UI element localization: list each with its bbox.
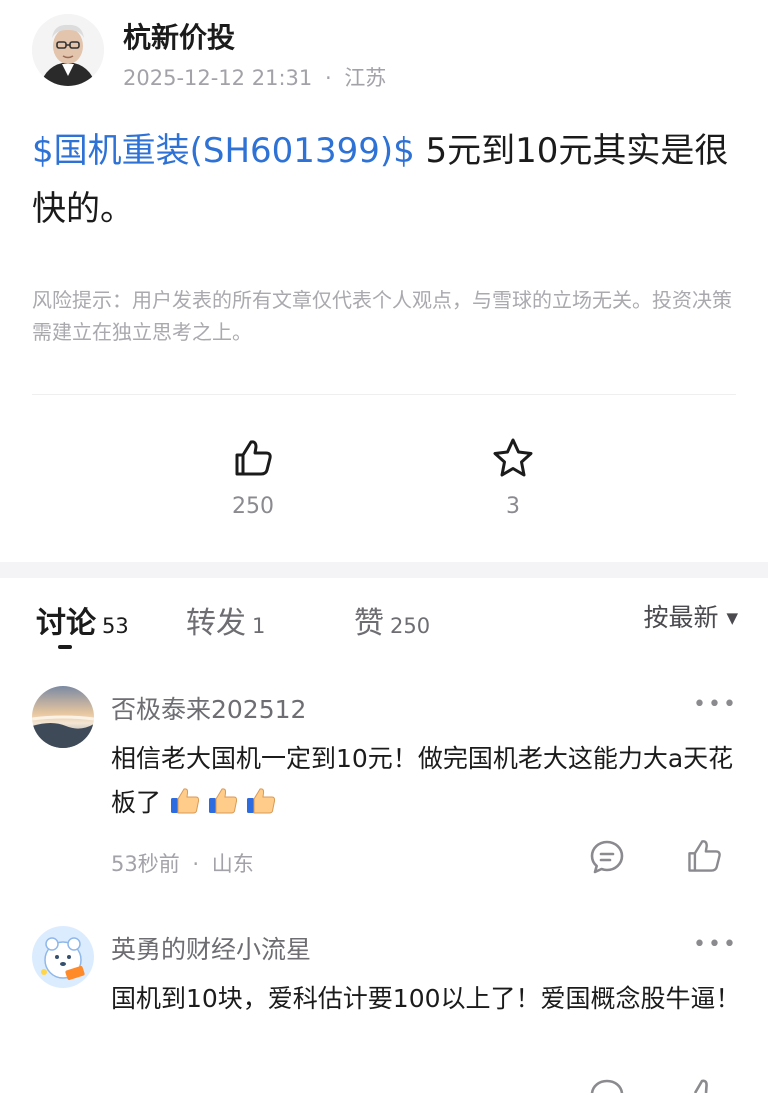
thumbs-up-emoji-icon <box>169 785 201 817</box>
sort-dropdown[interactable]: 按最新 ▼ <box>643 598 738 634</box>
sort-label: 按最新 <box>643 603 719 632</box>
like-button[interactable]: 250 <box>193 436 313 519</box>
favorite-button[interactable]: 3 <box>453 436 573 519</box>
tab-count: 250 <box>390 614 431 638</box>
reply-button[interactable] <box>588 1078 626 1097</box>
reply-button[interactable] <box>588 838 626 880</box>
post-meta: 2025-12-12 21:31 · 江苏 <box>123 62 386 92</box>
divider <box>32 394 736 395</box>
post-location: 江苏 <box>344 66 387 90</box>
like-count: 250 <box>232 494 274 519</box>
tab-count: 1 <box>252 614 266 638</box>
comment-meta: 53秒前 · 山东 <box>111 848 254 878</box>
more-options-icon[interactable]: ••• <box>693 692 738 717</box>
stock-tag-link[interactable]: $国机重装(SH601399)$ <box>32 131 415 171</box>
caret-down-icon: ▼ <box>726 609 738 627</box>
comment-like-button[interactable] <box>684 836 724 880</box>
post-body: $国机重装(SH601399)$ 5元到10元其实是很快的。 <box>32 122 744 238</box>
risk-disclaimer: 风险提示：用户发表的所有文章仅代表个人观点，与雪球的立场无关。投资决策需建立在独… <box>32 288 732 344</box>
tab-discussion[interactable]: 讨论 53 <box>36 598 129 642</box>
comment-bubble-icon <box>590 1079 624 1094</box>
tab-label: 讨论 <box>36 606 96 641</box>
comment-location: 山东 <box>211 852 254 876</box>
comment-time: 53秒前 <box>111 852 180 876</box>
thumbs-up-emoji-icon <box>207 785 239 817</box>
favorite-count: 3 <box>506 494 520 519</box>
thumbs-up-icon <box>235 440 272 476</box>
comment-like-button[interactable] <box>684 1076 724 1097</box>
tab-label: 转发 <box>186 606 246 641</box>
comment-body: 相信老大国机一定到10元！做完国机老大这能力大a天花板了 <box>111 744 734 817</box>
author-avatar[interactable] <box>32 14 104 86</box>
comment-avatar[interactable] <box>32 686 94 748</box>
thumbs-up-emoji-icon <box>245 785 277 817</box>
thumbs-up-icon <box>688 840 721 872</box>
comment-author[interactable]: 英勇的财经小流星 <box>111 930 311 966</box>
active-tab-indicator <box>58 645 72 649</box>
comment-bubble-icon <box>590 840 624 874</box>
section-divider <box>0 562 768 578</box>
tab-label: 赞 <box>354 606 384 641</box>
more-options-icon[interactable]: ••• <box>693 932 738 957</box>
comment-author[interactable]: 否极泰来202512 <box>111 690 306 726</box>
star-icon <box>493 438 533 477</box>
tab-count: 53 <box>102 614 129 638</box>
comment-avatar[interactable] <box>32 926 94 988</box>
thumbs-up-icon <box>693 1079 708 1094</box>
author-name[interactable]: 杭新价投 <box>123 16 235 56</box>
meta-separator: · <box>324 66 332 90</box>
comment-text: 国机到10块，爱科估计要100以上了！爱国概念股牛逼！ <box>111 984 741 1013</box>
meta-separator: · <box>192 852 200 876</box>
tab-likes[interactable]: 赞 250 <box>354 598 430 642</box>
tab-reposts[interactable]: 转发 1 <box>186 598 265 642</box>
post-timestamp: 2025-12-12 21:31 <box>123 66 313 90</box>
comment-text: 相信老大国机一定到10元！做完国机老大这能力大a天花板了 <box>111 737 741 825</box>
